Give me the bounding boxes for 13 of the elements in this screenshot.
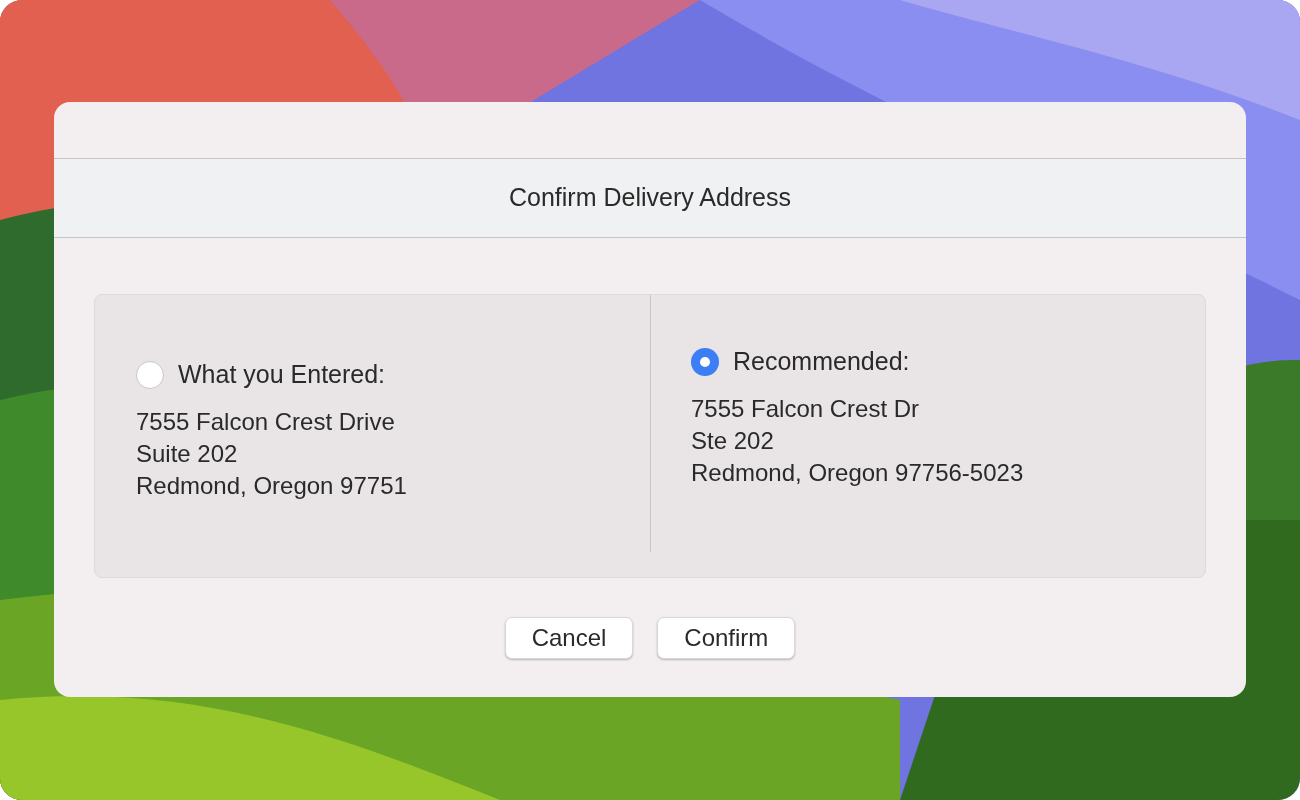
option-label: Recommended: bbox=[733, 346, 910, 377]
address-line: 7555 Falcon Crest Dr bbox=[691, 393, 921, 424]
cancel-button[interactable]: Cancel bbox=[504, 617, 634, 659]
dialog-title: Confirm Delivery Address bbox=[509, 182, 791, 214]
address-line: Suite 202 bbox=[136, 438, 239, 469]
confirm-button[interactable]: Confirm bbox=[657, 617, 796, 659]
option-label: What you Entered: bbox=[178, 359, 386, 390]
address-line: 7555 Falcon Crest Drive bbox=[136, 406, 396, 437]
address-line: Redmond, Oregon 97751 bbox=[136, 470, 408, 501]
radio-button[interactable] bbox=[136, 360, 164, 389]
address-line: Ste 202 bbox=[691, 425, 775, 456]
address-line: Redmond, Oregon 97756-5023 bbox=[691, 457, 1025, 488]
radio-button[interactable] bbox=[691, 347, 719, 376]
